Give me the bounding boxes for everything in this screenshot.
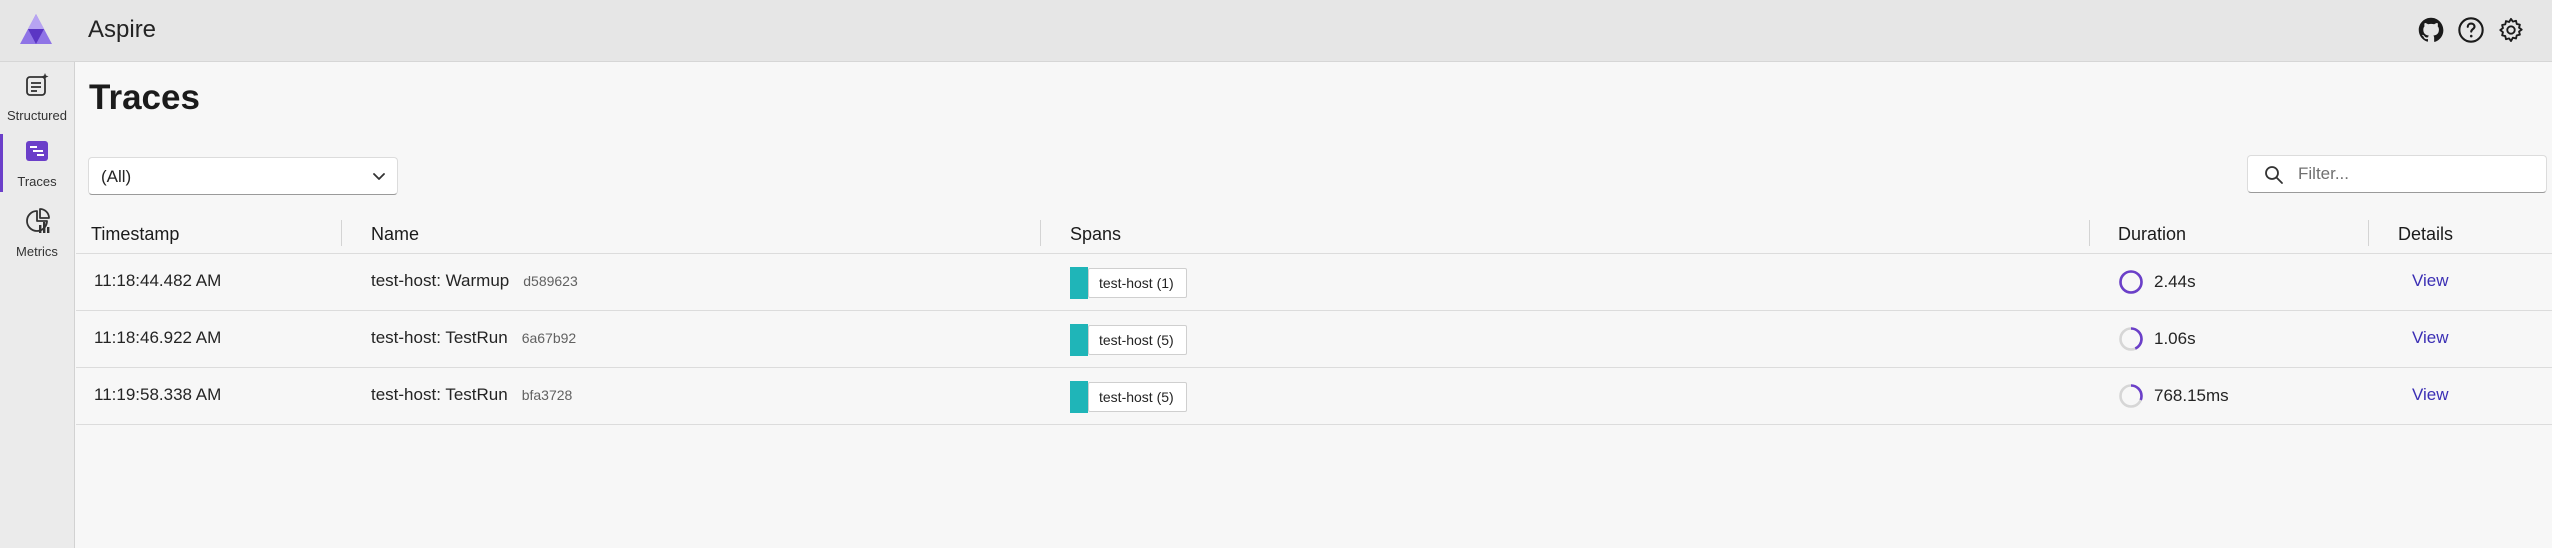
table-row[interactable]: 11:18:44.482 AM test-host: Warmup d589623…: [76, 254, 2552, 311]
trace-name: test-host: TestRun: [371, 385, 508, 404]
span-color-bar: [1070, 381, 1088, 413]
app-title: Aspire: [88, 16, 157, 43]
span-label: test-host (5): [1088, 325, 1187, 355]
view-details-link[interactable]: View: [2412, 328, 2449, 348]
span-label: test-host (5): [1088, 382, 1187, 412]
duration-cell: 2.44s: [2118, 267, 2196, 297]
sidebar-nav: Structured Traces Metrics: [0, 62, 75, 548]
span-color-bar: [1070, 267, 1088, 299]
span-chip[interactable]: test-host (1): [1070, 267, 1187, 299]
span-label: test-host (1): [1088, 268, 1187, 298]
sidebar-item-label: Metrics: [16, 244, 58, 259]
view-details-link[interactable]: View: [2412, 271, 2449, 291]
sidebar-item-label: Traces: [17, 174, 57, 189]
duration-text: 1.06s: [2154, 329, 2196, 348]
sidebar-item-traces[interactable]: Traces: [0, 130, 74, 196]
header-timestamp[interactable]: Timestamp: [91, 224, 179, 245]
name-cell: test-host: TestRun 6a67b92: [371, 328, 576, 348]
help-icon[interactable]: [2456, 15, 2486, 45]
sidebar-item-structured[interactable]: Structured: [0, 64, 74, 130]
chevron-down-icon: [371, 168, 387, 189]
structured-logs-icon: [23, 71, 51, 104]
trace-name: test-host: Warmup: [371, 271, 510, 290]
duration-cell: 768.15ms: [2118, 381, 2229, 411]
aspire-logo-icon[interactable]: [18, 12, 54, 46]
timestamp-cell: 11:18:44.482 AM: [94, 271, 222, 290]
sidebar-item-label: Structured: [7, 108, 67, 123]
trace-id: d589623: [523, 273, 578, 289]
settings-icon[interactable]: [2496, 15, 2526, 45]
filter-field[interactable]: [2247, 155, 2547, 193]
duration-ring-icon: [2119, 327, 2143, 351]
trace-id: bfa3728: [521, 387, 573, 403]
table-header: Timestamp Name Spans Duration Details: [76, 212, 2552, 254]
traces-table: Timestamp Name Spans Duration Details 11…: [76, 212, 2552, 425]
metrics-icon: [23, 207, 51, 240]
span-color-bar: [1070, 324, 1088, 356]
duration-cell: 1.06s: [2118, 324, 2196, 354]
top-bar: Aspire: [0, 0, 2552, 62]
trace-name: test-host: TestRun: [371, 328, 508, 347]
view-details-link[interactable]: View: [2412, 385, 2449, 405]
duration-ring-icon: [2119, 384, 2143, 408]
main-content: Traces (All) Timestamp Name Spans Durati…: [76, 62, 2552, 548]
column-resize-handle[interactable]: [2368, 220, 2369, 246]
header-details: Details: [2398, 224, 2454, 244]
column-resize-handle[interactable]: [2089, 220, 2090, 246]
duration-text: 768.15ms: [2154, 386, 2229, 405]
timestamp-cell: 11:19:58.338 AM: [94, 385, 222, 404]
traces-icon: [23, 137, 51, 170]
duration-text: 2.44s: [2154, 272, 2196, 291]
span-chip[interactable]: test-host (5): [1070, 324, 1187, 356]
table-row[interactable]: 11:19:58.338 AM test-host: TestRun bfa372…: [76, 368, 2552, 425]
header-name[interactable]: Name: [371, 224, 419, 245]
trace-id: 6a67b92: [521, 330, 577, 346]
column-resize-handle[interactable]: [1040, 220, 1041, 246]
column-resize-handle[interactable]: [341, 220, 342, 246]
resource-select-value: (All): [101, 167, 132, 186]
timestamp-cell: 11:18:46.922 AM: [94, 328, 222, 347]
header-duration[interactable]: Duration: [2118, 224, 2186, 245]
duration-ring-icon: [2119, 270, 2143, 294]
page-title: Traces: [89, 78, 200, 117]
sidebar-item-metrics[interactable]: Metrics: [0, 200, 74, 266]
filter-input[interactable]: [2296, 161, 2536, 187]
span-chip[interactable]: test-host (5): [1070, 381, 1187, 413]
resource-select[interactable]: (All): [88, 157, 398, 195]
search-icon: [2264, 165, 2284, 190]
name-cell: test-host: Warmup d589623: [371, 271, 578, 291]
header-spans[interactable]: Spans: [1070, 224, 1121, 245]
table-row[interactable]: 11:18:46.922 AM test-host: TestRun 6a67b9…: [76, 311, 2552, 368]
name-cell: test-host: TestRun bfa3728: [371, 385, 572, 405]
github-icon[interactable]: [2416, 15, 2446, 45]
